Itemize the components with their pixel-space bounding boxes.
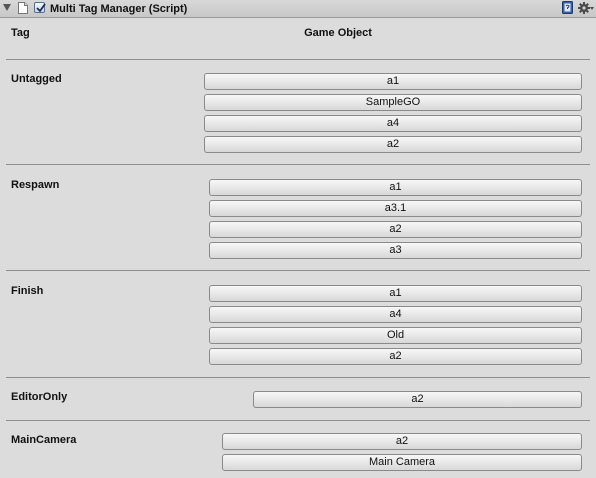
game-object-button[interactable]: a2 [204, 136, 582, 153]
help-icon[interactable] [562, 1, 574, 14]
foldout-arrow-icon[interactable] [3, 4, 11, 11]
tag-label-finish: Finish [11, 285, 44, 297]
game-object-button[interactable]: Old [209, 327, 582, 344]
tag-label-maincamera: MainCamera [11, 434, 77, 446]
game-object-column-header: Game Object [304, 27, 372, 39]
game-object-button[interactable]: a1 [209, 179, 582, 196]
divider [6, 59, 590, 60]
divider [6, 270, 590, 271]
tag-label-untagged: Untagged [11, 73, 62, 85]
divider [6, 420, 590, 421]
game-object-button[interactable]: a1 [209, 285, 582, 302]
game-object-button[interactable]: a4 [209, 306, 582, 323]
game-object-button[interactable]: a4 [204, 115, 582, 132]
game-object-button[interactable]: a2 [209, 348, 582, 365]
divider [6, 164, 590, 165]
game-object-button[interactable]: a1 [204, 73, 582, 90]
game-object-button[interactable]: a2 [209, 221, 582, 238]
gear-icon[interactable] [578, 1, 594, 15]
game-object-button[interactable]: a2 [253, 391, 582, 408]
checkmark-icon [36, 3, 46, 13]
game-object-button[interactable]: a3.1 [209, 200, 582, 217]
game-object-button[interactable]: a2 [222, 433, 582, 450]
inspector-header: Multi Tag Manager (Script) [0, 0, 596, 18]
tag-label-editoronly: EditorOnly [11, 391, 68, 403]
script-icon [18, 2, 28, 14]
tag-label-respawn: Respawn [11, 179, 60, 191]
game-object-button[interactable]: a3 [209, 242, 582, 259]
game-object-button[interactable]: SampleGO [204, 94, 582, 111]
game-object-button[interactable]: Main Camera [222, 454, 582, 471]
tag-column-header: Tag [11, 27, 30, 39]
divider [6, 377, 590, 378]
enable-checkbox[interactable] [34, 2, 46, 13]
component-title: Multi Tag Manager (Script) [50, 3, 188, 15]
